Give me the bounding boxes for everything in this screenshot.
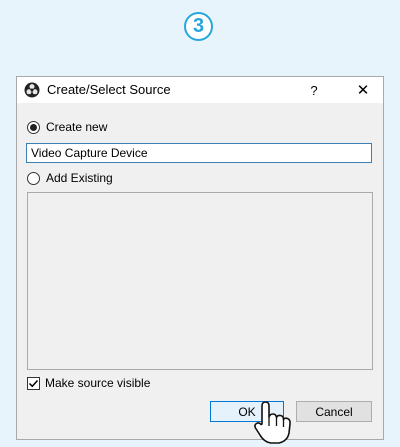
step-number-badge: 3 xyxy=(184,12,213,41)
checkmark-icon xyxy=(28,379,39,388)
step-number: 3 xyxy=(192,15,205,37)
create-new-label: Create new xyxy=(46,120,108,134)
make-visible-checkbox[interactable] xyxy=(27,377,40,390)
help-button[interactable]: ? xyxy=(301,77,327,103)
create-new-radio[interactable] xyxy=(27,121,40,134)
source-name-input[interactable] xyxy=(26,143,372,163)
pointing-hand-cursor-icon xyxy=(254,401,291,444)
add-existing-radio[interactable] xyxy=(27,172,40,185)
obs-logo-icon xyxy=(24,82,40,98)
existing-sources-list[interactable] xyxy=(27,192,373,370)
dialog-title: Create/Select Source xyxy=(47,82,171,97)
create-select-source-dialog: Create/Select Source ? ✕ Create new Add … xyxy=(16,76,384,440)
make-visible-label: Make source visible xyxy=(45,376,151,390)
add-existing-label: Add Existing xyxy=(46,171,113,185)
cancel-button[interactable]: Cancel xyxy=(296,401,372,422)
dialog-titlebar: Create/Select Source ? ✕ xyxy=(17,77,383,103)
close-button[interactable]: ✕ xyxy=(347,77,379,103)
